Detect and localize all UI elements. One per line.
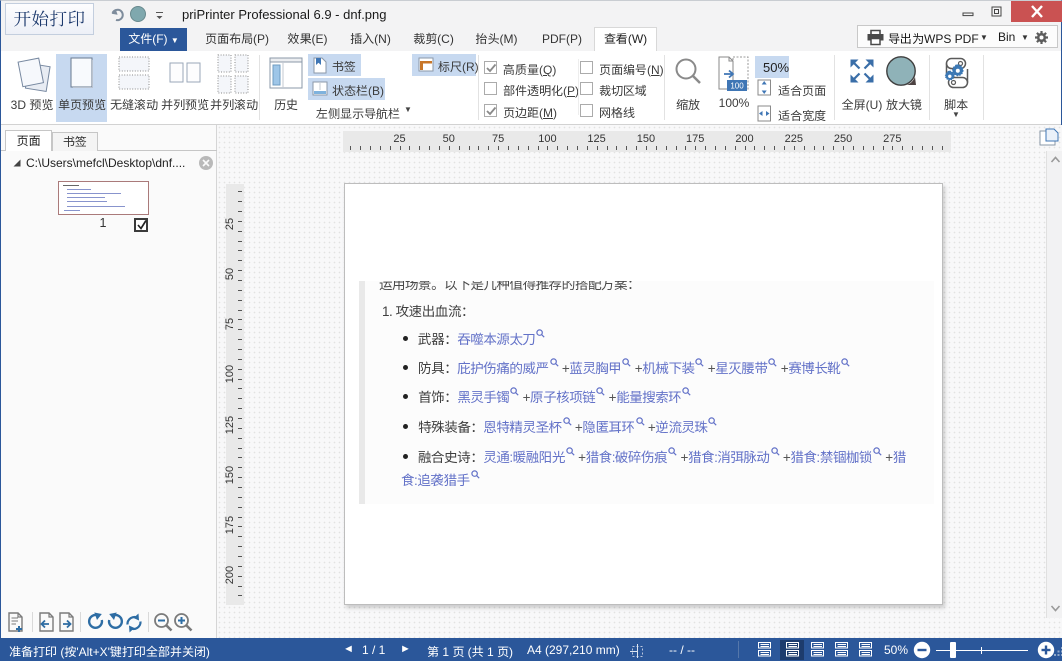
svg-text:100: 100: [730, 82, 744, 91]
